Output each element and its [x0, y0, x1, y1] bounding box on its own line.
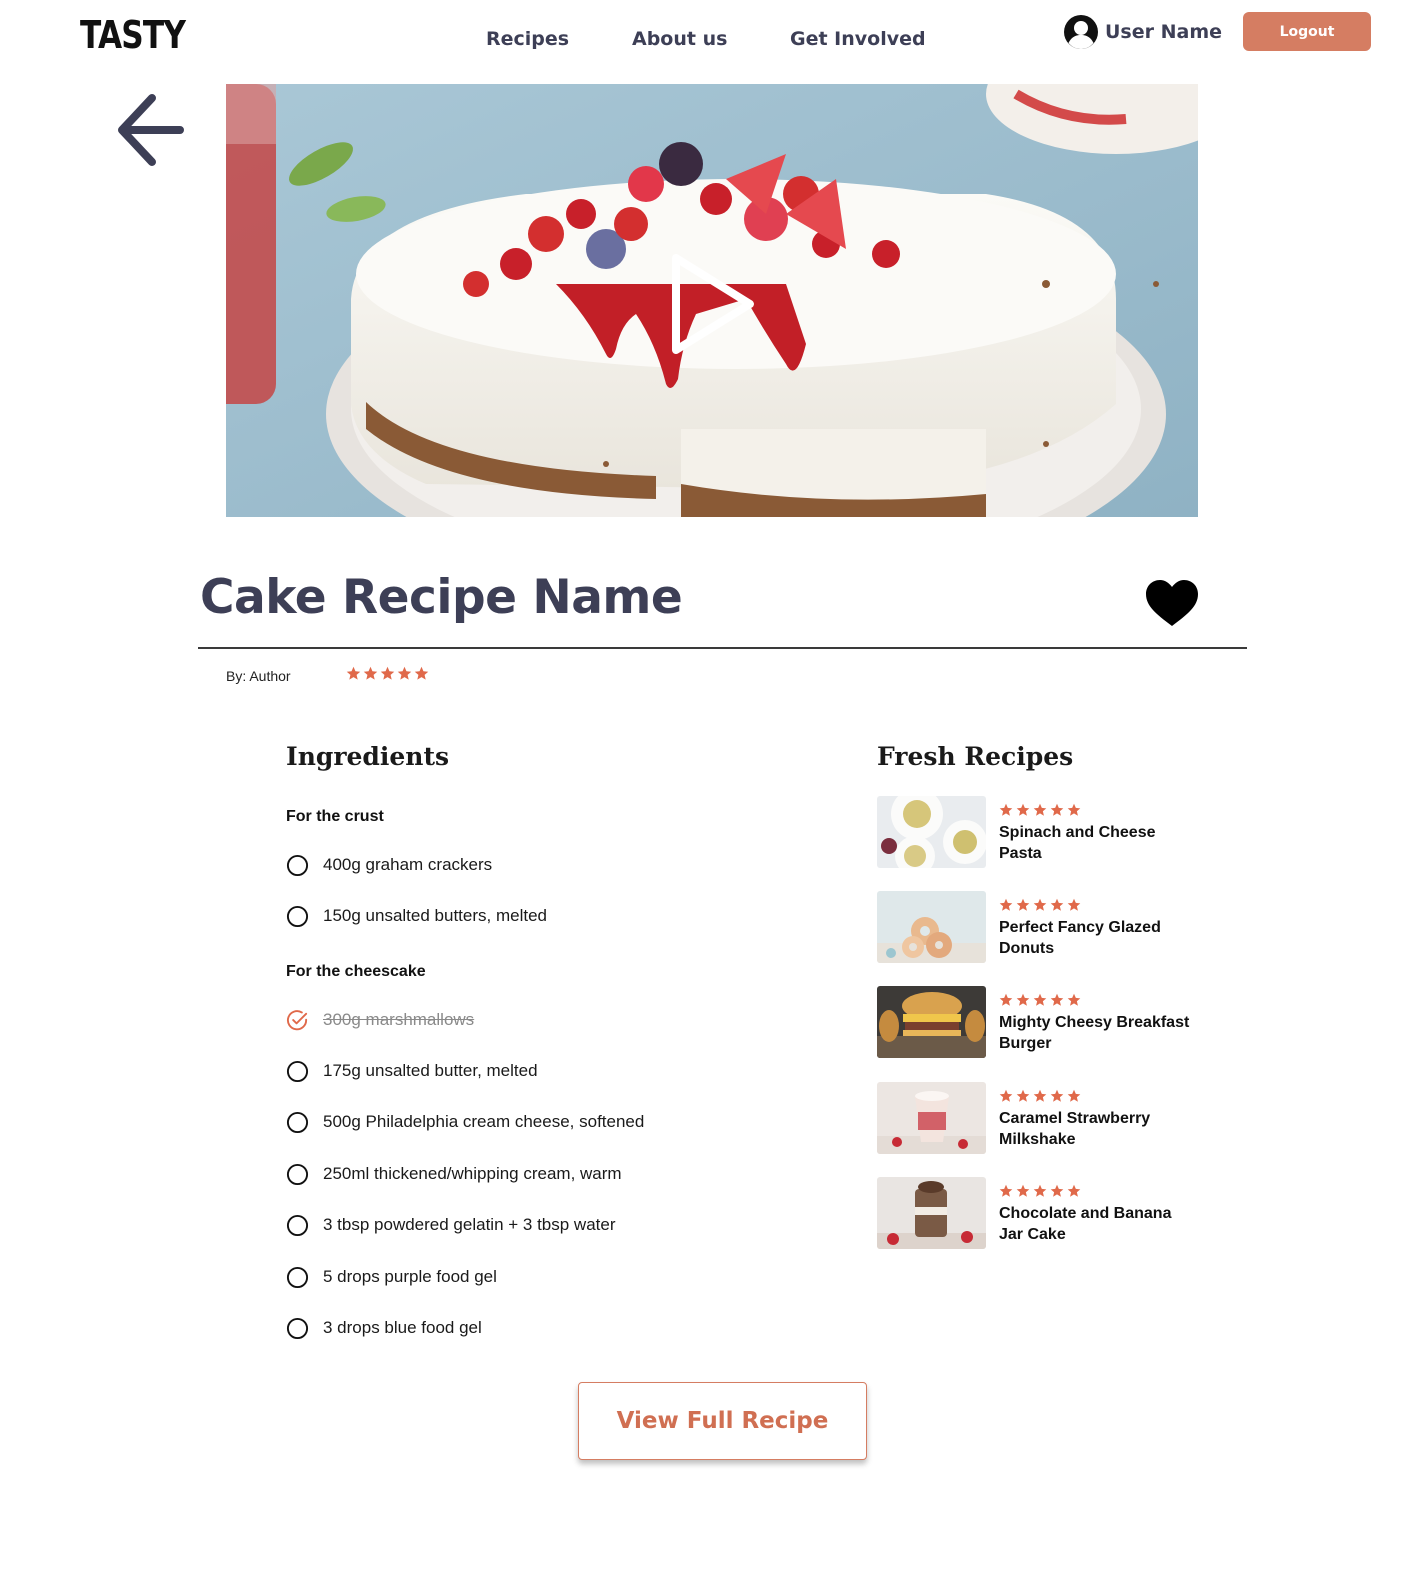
ingredient-group-title: For the crust	[286, 808, 384, 825]
recipe-thumbnail	[877, 986, 986, 1058]
recipe-video[interactable]	[226, 84, 1198, 517]
ingredient-text: 175g unsalted butter, melted	[323, 1061, 538, 1080]
star-icon	[1067, 1089, 1081, 1102]
star-icon	[363, 666, 378, 680]
fresh-recipe-card[interactable]: Chocolate and Banana Jar Cake	[877, 1177, 1207, 1249]
ingredient-item[interactable]: 3 drops blue food gel	[286, 1316, 482, 1340]
star-icon	[397, 666, 412, 680]
title-divider	[198, 647, 1247, 649]
star-icon	[999, 803, 1013, 816]
ingredient-item[interactable]: 5 drops purple food gel	[286, 1265, 497, 1289]
recipe-name[interactable]: Spinach and Cheese Pasta	[999, 822, 1199, 864]
star-icon	[1016, 1089, 1030, 1102]
checkbox-circle-icon[interactable]	[286, 1163, 309, 1186]
ingredients-heading: Ingredients	[286, 742, 450, 771]
recipe-name[interactable]: Caramel Strawberry Milkshake	[999, 1108, 1199, 1150]
ingredient-text: 300g marshmallows	[323, 1010, 475, 1029]
recipe-rating	[999, 803, 1081, 817]
nav-recipes[interactable]: Recipes	[486, 28, 569, 50]
recipe-rating	[999, 1089, 1081, 1103]
ingredient-text: 3 drops blue food gel	[323, 1318, 482, 1337]
star-icon	[1050, 1089, 1064, 1102]
checkbox-circle-icon[interactable]	[286, 1317, 309, 1340]
checkbox-circle-icon[interactable]	[286, 905, 309, 928]
ingredient-item[interactable]: 500g Philadelphia cream cheese, softened	[286, 1110, 644, 1134]
ingredient-item[interactable]: 400g graham crackers	[286, 853, 492, 877]
star-icon	[1067, 1184, 1081, 1197]
recipe-thumbnail	[877, 1177, 986, 1249]
recipe-thumbnail	[877, 891, 986, 963]
checkbox-circle-icon[interactable]	[286, 854, 309, 877]
ingredient-item[interactable]: 250ml thickened/whipping cream, warm	[286, 1162, 622, 1186]
recipe-author: By: Author	[226, 668, 291, 684]
star-icon	[414, 666, 429, 680]
fresh-recipe-card[interactable]: Spinach and Cheese Pasta	[877, 796, 1207, 868]
star-icon	[1016, 898, 1030, 911]
recipe-rating	[999, 898, 1081, 912]
user-name: User Name	[1105, 21, 1223, 43]
ingredient-item[interactable]: 3 tbsp powdered gelatin + 3 tbsp water	[286, 1213, 616, 1237]
star-icon	[1067, 803, 1081, 816]
ingredient-text: 400g graham crackers	[323, 855, 493, 874]
recipe-thumbnail	[877, 796, 986, 868]
star-icon	[999, 993, 1013, 1006]
star-icon	[1033, 1184, 1047, 1197]
fresh-recipe-card[interactable]: Caramel Strawberry Milkshake	[877, 1082, 1207, 1154]
recipe-rating	[346, 666, 429, 681]
star-icon	[1067, 993, 1081, 1006]
star-icon	[380, 666, 395, 680]
ingredient-text: 250ml thickened/whipping cream, warm	[323, 1164, 622, 1183]
checkbox-circle-icon[interactable]	[286, 1060, 309, 1083]
checkbox-circle-icon[interactable]	[286, 1266, 309, 1289]
view-full-recipe-button[interactable]: View Full Recipe	[578, 1382, 867, 1460]
recipe-thumbnail	[877, 1082, 986, 1154]
recipe-title: Cake Recipe Name	[200, 570, 683, 625]
recipe-name[interactable]: Chocolate and Banana Jar Cake	[999, 1203, 1199, 1245]
checkbox-circle-icon[interactable]	[286, 1214, 309, 1237]
star-icon	[999, 898, 1013, 911]
recipe-rating	[999, 1184, 1081, 1198]
nav-get-involved[interactable]: Get Involved	[790, 28, 926, 50]
checkmark-circle-icon[interactable]	[286, 1009, 309, 1032]
play-icon[interactable]	[670, 252, 760, 356]
ingredient-text: 5 drops purple food gel	[323, 1267, 497, 1286]
star-icon	[999, 1184, 1013, 1197]
ingredient-item[interactable]: 175g unsalted butter, melted	[286, 1059, 538, 1083]
star-icon	[1050, 898, 1064, 911]
ingredient-text: 3 tbsp powdered gelatin + 3 tbsp water	[323, 1215, 616, 1234]
star-icon	[999, 1089, 1013, 1102]
heart-icon[interactable]	[1144, 578, 1200, 630]
star-icon	[1067, 898, 1081, 911]
star-icon	[1033, 898, 1047, 911]
ingredient-text: 500g Philadelphia cream cheese, softened	[323, 1112, 645, 1131]
star-icon	[1016, 1184, 1030, 1197]
ingredient-item[interactable]: 150g unsalted butters, melted	[286, 904, 547, 928]
star-icon	[1016, 993, 1030, 1006]
ingredient-group-title: For the cheescake	[286, 963, 426, 980]
nav-about-us[interactable]: About us	[632, 28, 727, 50]
star-icon	[1033, 993, 1047, 1006]
star-icon	[1050, 993, 1064, 1006]
checkbox-circle-icon[interactable]	[286, 1111, 309, 1134]
recipe-name[interactable]: Perfect Fancy Glazed Donuts	[999, 917, 1199, 959]
logout-button[interactable]: Logout	[1243, 12, 1371, 51]
fresh-recipe-card[interactable]: Perfect Fancy Glazed Donuts	[877, 891, 1207, 963]
star-icon	[1033, 803, 1047, 816]
star-icon	[346, 666, 361, 680]
recipe-name[interactable]: Mighty Cheesy Breakfast Burger	[999, 1012, 1199, 1054]
star-icon	[1050, 803, 1064, 816]
back-arrow-icon[interactable]	[114, 90, 186, 168]
ingredient-text: 150g unsalted butters, melted	[323, 906, 547, 925]
star-icon	[1033, 1089, 1047, 1102]
star-icon	[1016, 803, 1030, 816]
fresh-recipes-heading: Fresh Recipes	[877, 742, 1074, 771]
user-circle-icon	[1064, 15, 1098, 49]
star-icon	[1050, 1184, 1064, 1197]
recipe-rating	[999, 993, 1081, 1007]
ingredient-item-checked[interactable]: 300g marshmallows	[286, 1008, 474, 1032]
user-menu[interactable]: User Name	[1063, 14, 1222, 50]
fresh-recipe-card[interactable]: Mighty Cheesy Breakfast Burger	[877, 986, 1207, 1058]
